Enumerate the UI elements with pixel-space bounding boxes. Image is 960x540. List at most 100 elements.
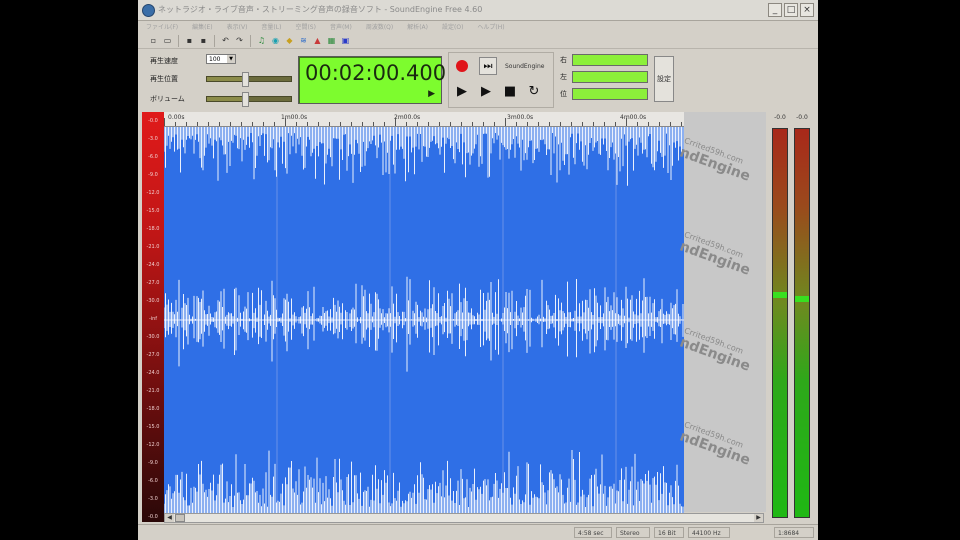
play-selection-button[interactable]: ▶ <box>477 83 495 101</box>
ruler-tick <box>197 122 198 126</box>
left-channel-bar <box>772 128 788 518</box>
menu-item[interactable]: ファイル(F) <box>146 22 178 31</box>
scale-tick-label: -0.0 <box>148 514 158 520</box>
slider-fill <box>207 97 245 101</box>
scroll-left-icon[interactable]: ◀ <box>165 514 174 522</box>
ruler-tick <box>571 122 572 126</box>
undo-icon[interactable]: ↶ <box>220 35 231 46</box>
ruler-tick <box>527 122 528 126</box>
level-meters: 右左位 <box>558 54 650 104</box>
loop-button[interactable]: ↻ <box>525 83 543 101</box>
record-settings-icon[interactable]: ◆ <box>284 35 295 46</box>
minimize-button[interactable]: _ <box>768 3 782 17</box>
ruler-tick <box>362 122 363 126</box>
scale-tick-label: -21.0 <box>146 388 160 394</box>
ruler-tick <box>428 122 429 126</box>
ruler-tick <box>186 122 187 126</box>
close-button[interactable]: × <box>800 3 814 17</box>
open-folder-icon[interactable]: ▭ <box>162 35 173 46</box>
playback-position-slider[interactable] <box>206 72 292 87</box>
ruler-tick <box>307 122 308 126</box>
scale-tick-label: -18.0 <box>146 406 160 412</box>
ruler-tick <box>417 122 418 126</box>
redo-icon[interactable]: ↷ <box>234 35 245 46</box>
status-bits: 16 Bit <box>654 527 684 538</box>
mic-icon[interactable]: ♫ <box>256 35 267 46</box>
ruler-tick <box>538 122 539 126</box>
menu-item[interactable]: 表示(V) <box>227 22 248 31</box>
ruler-tick <box>296 122 297 126</box>
ruler-tick <box>505 118 506 126</box>
title-bar: ネットラジオ・ライブ音声・ストリーミング音声の録音ソフト - SoundEngi… <box>138 0 818 21</box>
scale-tick-label: -9.0 <box>148 172 158 178</box>
ruler-tick <box>230 122 231 126</box>
menu-item[interactable]: 音量(L) <box>261 22 281 31</box>
ruler-tick <box>175 122 176 126</box>
eq-icon[interactable]: ≋ <box>298 35 309 46</box>
new-file-icon[interactable]: ▫ <box>148 35 159 46</box>
save-as-icon[interactable]: ▪ <box>198 35 209 46</box>
ruler-tick <box>252 122 253 126</box>
menu-item[interactable]: ヘルプ(H) <box>477 22 504 31</box>
playback-rate-value: 100 <box>209 56 221 63</box>
speaker-icon[interactable]: ◉ <box>270 35 281 46</box>
ruler-tick <box>241 122 242 126</box>
ruler-tick <box>626 118 627 126</box>
slider-thumb[interactable] <box>241 92 249 107</box>
stop-button[interactable]: ■ <box>501 83 519 101</box>
slider-fill <box>207 77 245 81</box>
playback-rate-label: 再生速度 <box>150 57 178 65</box>
menu-item[interactable]: 編集(E) <box>192 22 212 31</box>
ruler-tick <box>582 122 583 126</box>
level-meter-bar <box>572 71 648 83</box>
level-meter-row: 位 <box>558 88 650 101</box>
volume-icon[interactable]: ▲ <box>312 35 323 46</box>
menu-item[interactable]: 設定(O) <box>442 22 463 31</box>
status-duration: 4:58 sec <box>574 527 612 538</box>
save-icon[interactable]: ▪ <box>184 35 195 46</box>
scale-tick-label: -18.0 <box>146 226 160 232</box>
scale-tick-label: -6.0 <box>148 478 158 484</box>
ruler-tick <box>648 122 649 126</box>
menu-item[interactable]: 音声(M) <box>330 22 352 31</box>
ruler-label: 4m00.0s <box>620 114 647 121</box>
right-channel-bar <box>794 128 810 518</box>
scale-tick-label: -inf <box>148 316 158 322</box>
menu-item[interactable]: 空間(S) <box>295 22 316 31</box>
horizontal-scrollbar[interactable]: ◀ ▶ <box>164 513 764 523</box>
status-sample-rate: 44100 Hz <box>688 527 730 538</box>
level-peak <box>773 291 787 298</box>
waveform-graph <box>164 127 684 513</box>
waveform-view[interactable] <box>164 127 684 513</box>
scale-tick-label: -12.0 <box>146 190 160 196</box>
status-channels: Stereo <box>616 527 650 538</box>
record-button[interactable] <box>453 57 471 75</box>
ruler-tick <box>373 122 374 126</box>
maximize-button[interactable]: □ <box>784 3 798 17</box>
ruler-tick <box>483 122 484 126</box>
ruler-tick <box>439 122 440 126</box>
skip-end-button[interactable]: ⏭ <box>479 57 497 75</box>
ruler-tick <box>395 118 396 126</box>
level-meter-row: 右 <box>558 54 650 67</box>
play-button[interactable]: ▶ <box>453 83 471 101</box>
ruler-tick <box>494 122 495 126</box>
menu-item[interactable]: 解析(A) <box>407 22 428 31</box>
slider-thumb[interactable] <box>241 72 249 87</box>
volume-slider[interactable] <box>206 92 292 107</box>
settings-button[interactable]: 設定 <box>654 56 674 102</box>
menu-item[interactable]: 周波数(Q) <box>366 22 393 31</box>
scroll-right-icon[interactable]: ▶ <box>754 514 763 522</box>
scale-tick-label: -27.0 <box>146 352 160 358</box>
status-zoom: 1:8684 <box>774 527 814 538</box>
ruler-tick <box>384 122 385 126</box>
chart-icon[interactable]: ▦ <box>326 35 337 46</box>
scroll-thumb[interactable] <box>175 514 185 522</box>
settings-icon[interactable]: ▣ <box>340 35 351 46</box>
time-ruler[interactable]: 0.00s 1m00.0s 2m00.0s 3m00.0s 4m00.0s <box>164 112 684 127</box>
ruler-tick <box>329 122 330 126</box>
ruler-tick <box>670 122 671 126</box>
playback-rate-select[interactable]: 100 ▼ <box>206 54 236 64</box>
ruler-label: 2m00.0s <box>394 114 421 121</box>
brand-label: SoundEngine <box>505 63 545 70</box>
